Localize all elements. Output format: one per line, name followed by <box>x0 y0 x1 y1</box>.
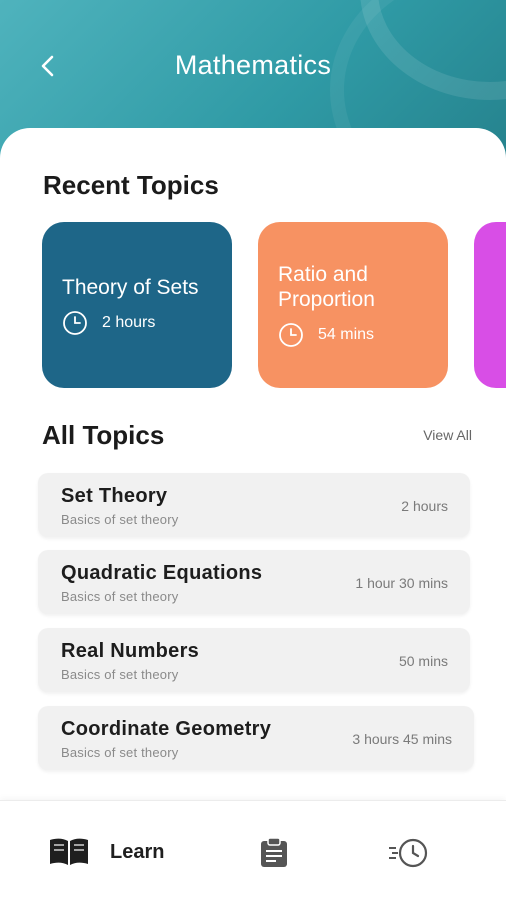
recent-topics-heading: Recent Topics <box>43 170 219 200</box>
topic-subtitle: Basics of set theory <box>61 745 179 760</box>
bottom-nav: Learn <box>0 800 506 900</box>
book-icon <box>50 838 88 865</box>
topic-row[interactable]: Quadratic Equations Basics of set theory… <box>38 550 470 614</box>
clipboard-icon <box>261 837 287 867</box>
card-duration: 54 mins <box>318 326 375 343</box>
card-duration: 2 hours <box>102 313 156 331</box>
recent-topic-card[interactable]: Ratio and Proportion 54 mins <box>258 222 448 388</box>
topic-duration: 3 hours 45 mins <box>352 731 452 747</box>
nav-tasks-tab[interactable] <box>258 836 290 873</box>
recent-topic-card-partial[interactable] <box>474 222 506 388</box>
topic-row[interactable]: Set Theory Basics of set theory 2 hours <box>38 473 470 537</box>
card-meta: 54 mins <box>278 322 448 348</box>
clock-icon <box>279 323 303 347</box>
nav-learn-tab[interactable]: Learn <box>48 837 164 867</box>
topic-subtitle: Basics of set theory <box>61 667 179 682</box>
topic-title: Set Theory <box>61 485 168 507</box>
topic-row[interactable]: Coordinate Geometry Basics of set theory… <box>38 706 474 770</box>
topic-title: Real Numbers <box>61 640 200 662</box>
recent-topic-card[interactable]: Theory of Sets 2 hours <box>42 222 232 388</box>
topic-duration: 2 hours <box>401 498 448 514</box>
card-title: Ratio and Proportion <box>278 263 375 311</box>
view-all-link[interactable]: View All <box>423 427 472 443</box>
topic-title: Quadratic Equations <box>61 562 263 584</box>
nav-history-tab[interactable] <box>386 837 432 874</box>
topic-row[interactable]: Real Numbers Basics of set theory 50 min… <box>38 628 470 692</box>
clock-icon <box>63 310 87 335</box>
history-clock-icon <box>389 838 428 868</box>
card-meta: 2 hours <box>62 310 232 336</box>
page-title: Mathematics <box>174 50 332 80</box>
topic-title: Coordinate Geometry <box>61 718 272 740</box>
nav-learn-label: Learn <box>110 840 165 863</box>
topic-subtitle: Basics of set theory <box>61 589 179 604</box>
topic-duration: 50 mins <box>398 653 448 669</box>
topic-duration: 1 hour 30 mins <box>355 575 448 591</box>
topic-subtitle: Basics of set theory <box>61 512 179 527</box>
all-topics-heading: All Topics <box>42 420 165 450</box>
card-title: Theory of Sets <box>62 275 199 299</box>
